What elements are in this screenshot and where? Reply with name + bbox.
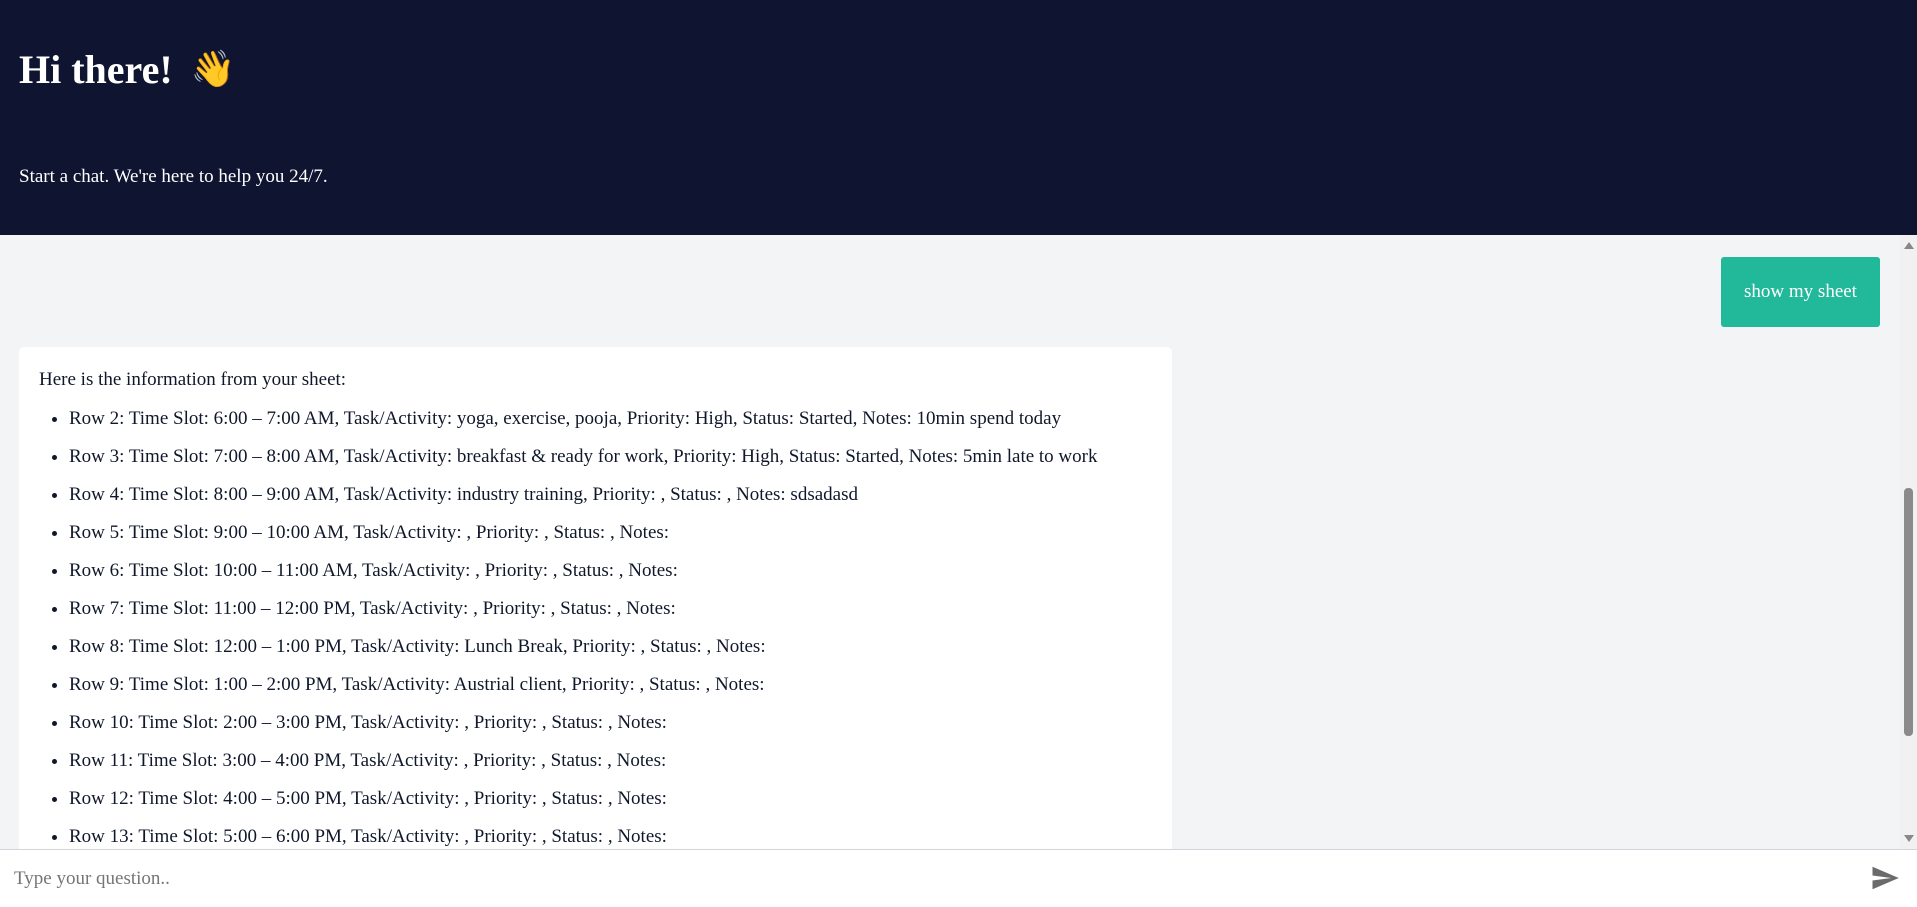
greeting-text: Hi there! (19, 47, 173, 92)
bot-message-bubble: Here is the information from your sheet:… (19, 347, 1172, 849)
sheet-row-item: Row 9: Time Slot: 1:00 – 2:00 PM, Task/A… (69, 672, 1152, 698)
send-icon (1872, 866, 1899, 890)
sheet-row-item: Row 4: Time Slot: 8:00 – 9:00 AM, Task/A… (69, 482, 1152, 508)
bot-message-intro: Here is the information from your sheet: (39, 369, 347, 390)
wave-icon: 👋 (190, 49, 236, 90)
user-message-bubble: show my sheet (1721, 257, 1880, 327)
sheet-row-item: Row 13: Time Slot: 5:00 – 6:00 PM, Task/… (69, 824, 1152, 849)
chat-header: Hi there! 👋 Start a chat. We're here to … (0, 0, 1917, 235)
scroll-up-arrow-icon[interactable] (1904, 242, 1914, 249)
sheet-rows-list: Row 2: Time Slot: 6:00 – 7:00 AM, Task/A… (39, 406, 1152, 849)
sheet-row-item: Row 2: Time Slot: 6:00 – 7:00 AM, Task/A… (69, 406, 1152, 432)
chat-messages[interactable]: show my sheet Here is the information fr… (0, 235, 1917, 849)
chat-scrollbar[interactable] (1900, 235, 1917, 849)
sheet-row-item: Row 11: Time Slot: 3:00 – 4:00 PM, Task/… (69, 748, 1152, 774)
sheet-row-item: Row 12: Time Slot: 4:00 – 5:00 PM, Task/… (69, 786, 1152, 812)
chat-input-bar (0, 849, 1917, 907)
sheet-row-item: Row 6: Time Slot: 10:00 – 11:00 AM, Task… (69, 558, 1152, 584)
sheet-row-item: Row 5: Time Slot: 9:00 – 10:00 AM, Task/… (69, 520, 1152, 546)
send-button[interactable] (1869, 863, 1901, 895)
greeting-subtitle: Start a chat. We're here to help you 24/… (19, 166, 328, 187)
sheet-row-item: Row 10: Time Slot: 2:00 – 3:00 PM, Task/… (69, 710, 1152, 736)
question-input[interactable] (14, 864, 1854, 894)
scroll-down-arrow-icon[interactable] (1904, 835, 1914, 842)
scrollbar-thumb[interactable] (1904, 488, 1913, 736)
sheet-row-item: Row 3: Time Slot: 7:00 – 8:00 AM, Task/A… (69, 444, 1152, 470)
sheet-row-item: Row 8: Time Slot: 12:00 – 1:00 PM, Task/… (69, 634, 1152, 660)
sheet-row-item: Row 7: Time Slot: 11:00 – 12:00 PM, Task… (69, 596, 1152, 622)
greeting-title: Hi there! 👋 (19, 44, 235, 96)
